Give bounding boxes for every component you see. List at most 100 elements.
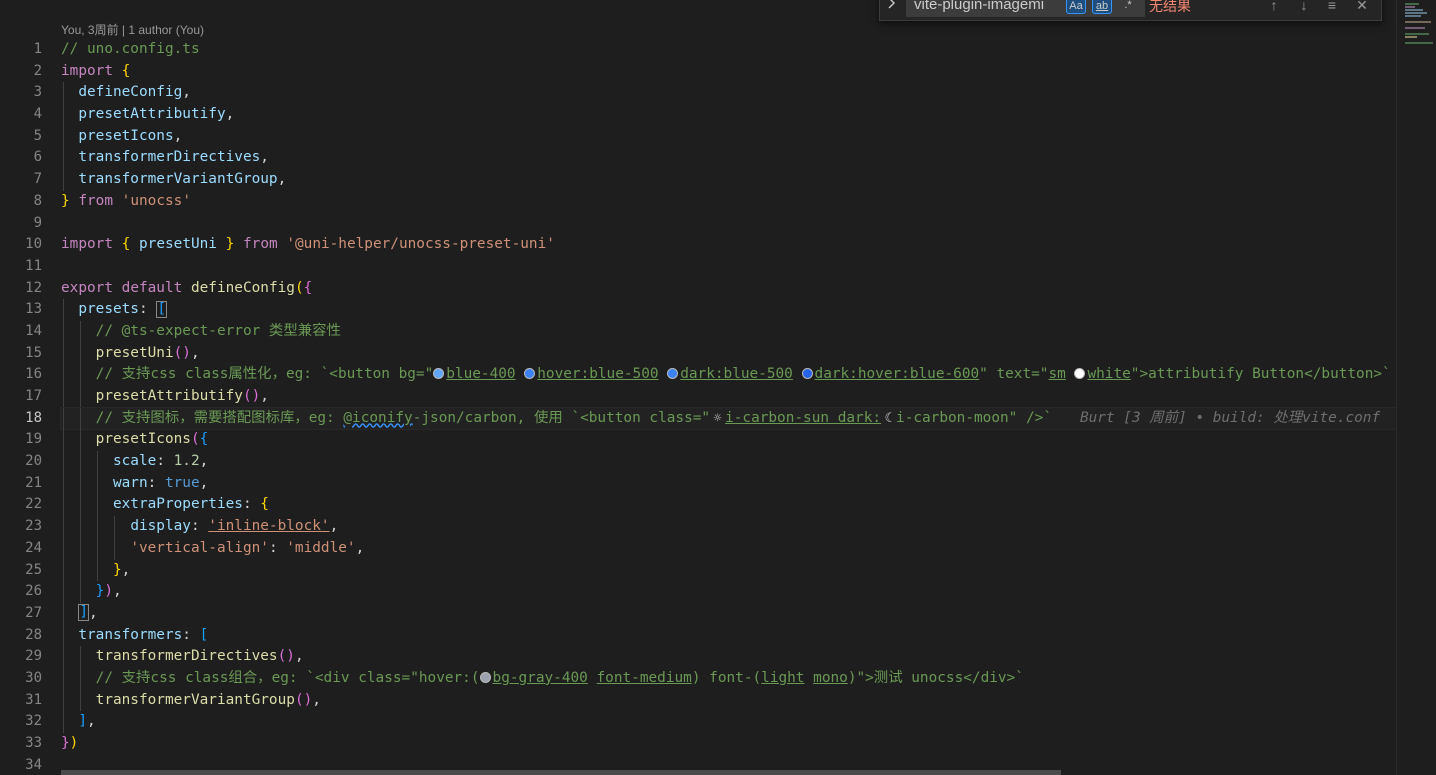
identifier: defineConfig [78,84,183,101]
code-line-16[interactable]: // 支持css class属性化，eg: `<button bg=" blue-… [61,364,1396,386]
code-line-30[interactable]: // 支持css class组合，eg: `<div class="hover:… [61,667,1396,690]
line-number[interactable]: 25 [0,560,42,582]
line-number[interactable]: 9 [0,213,42,235]
code-line-33[interactable]: }) [61,733,1396,755]
line-number[interactable]: 20 [0,451,42,473]
comment: white [1087,366,1131,383]
code-line-5[interactable]: presetIcons, [61,125,1396,148]
code-line-8[interactable]: } from 'unocss' [61,191,1396,213]
code-line-9[interactable] [61,213,1396,235]
code-line-19[interactable]: presetIcons({ [61,429,1396,452]
line-number[interactable]: 12 [0,278,42,300]
find-widget[interactable]: vite-plugin-imagemi Aa ab .* 无结果 ↑ ↓ ≡ ✕ [879,0,1382,21]
line-number[interactable]: 34 [0,755,42,775]
comment: sm [1048,366,1066,383]
close-icon[interactable]: ✕ [1352,0,1372,15]
color-swatch[interactable] [433,368,445,380]
property: warn [112,474,148,491]
comment: // 支持css class属性化，eg: `<button bg=" [95,366,434,383]
code-line-3[interactable]: defineConfig, [61,82,1396,105]
line-number[interactable]: 23 [0,516,42,538]
code-line-20[interactable]: scale: 1.2, [61,451,1396,473]
identifier: transformerDirectives [78,149,261,166]
use-regex-toggle[interactable]: .* [1118,0,1138,14]
code-editor[interactable]: You, 3周前 | 1 author (You) 1 2 3 4 5 6 7 8 9 10 11 1… [0,0,1396,775]
arrow-down-icon[interactable]: ↓ [1294,0,1314,15]
color-swatch[interactable] [1074,368,1086,380]
line-number[interactable]: 7 [0,169,42,191]
color-swatch[interactable] [801,368,813,380]
code-line-6[interactable]: transformerDirectives, [61,147,1396,170]
minimap[interactable] [1396,0,1436,775]
code-line-15[interactable]: presetUni(), [61,342,1396,365]
line-number[interactable]: 4 [0,104,42,126]
code-area[interactable]: // uno.config.ts import { defineConfig, … [60,39,1396,775]
horizontal-scrollbar[interactable] [61,770,1061,775]
code-line-32[interactable]: ], [61,711,1396,733]
comment: // 支持css class组合，eg: `<div class="hover: [95,669,471,686]
code-line-26[interactable]: }), [61,581,1396,603]
code-line-12[interactable]: export default defineConfig({ [61,278,1396,300]
line-number[interactable]: 21 [0,473,42,495]
code-line-22[interactable]: extraProperties: { [61,494,1396,517]
line-number[interactable]: 33 [0,733,42,755]
line-number[interactable]: 2 [0,61,42,83]
line-number[interactable]: 16 [0,364,42,386]
function-name: transformerVariantGroup [95,691,295,708]
code-line-7[interactable]: transformerVariantGroup, [61,169,1396,191]
line-number[interactable]: 17 [0,386,42,408]
line-number[interactable]: 22 [0,494,42,516]
code-line-4[interactable]: presetAttributify, [61,104,1396,126]
color-swatch[interactable] [479,671,491,683]
code-line-27[interactable]: ], [61,602,1396,625]
line-number[interactable]: 27 [0,603,42,625]
line-number[interactable]: 24 [0,538,42,560]
line-number[interactable]: 8 [0,191,42,213]
code-line-2[interactable]: import { [61,61,1396,83]
code-line-13[interactable]: presets: [ [61,299,1396,321]
code-line-17[interactable]: presetAttributify(), [61,386,1396,408]
inline-git-blame: Burt [3 周前] • build: 处理vite.conf [1079,409,1381,426]
arrow-up-icon[interactable]: ↑ [1264,0,1284,15]
line-number[interactable]: 26 [0,581,42,603]
code-line-11[interactable] [61,256,1396,278]
color-swatch[interactable] [524,368,536,380]
line-number[interactable]: 13 [0,299,42,321]
code-line-23[interactable]: display: 'inline-block', [61,516,1396,538]
line-number[interactable]: 19 [0,429,42,451]
code-line-21[interactable]: warn: true, [61,472,1396,495]
color-swatch[interactable] [667,368,679,380]
comment: font-medium [596,669,692,686]
line-number[interactable]: 3 [0,82,42,104]
line-number[interactable]: 28 [0,625,42,647]
match-case-toggle[interactable]: Aa [1066,0,1086,14]
line-number[interactable]: 15 [0,343,42,365]
line-number[interactable]: 29 [0,646,42,668]
comment-link[interactable]: @iconify [343,410,412,426]
line-number[interactable]: 18 [0,408,42,430]
line-number[interactable]: 10 [0,234,42,256]
line-number[interactable]: 30 [0,668,42,690]
line-number[interactable]: 32 [0,711,42,733]
line-number[interactable]: 11 [0,256,42,278]
code-line-14[interactable]: // @ts-expect-error 类型兼容性 [61,320,1396,343]
code-line-28[interactable]: transformers: [ [61,624,1396,647]
chevron-right-icon[interactable] [886,0,902,16]
line-number[interactable]: 1 [0,39,42,61]
line-number[interactable]: 31 [0,690,42,712]
code-line-1[interactable]: // uno.config.ts [61,39,1396,61]
match-whole-word-toggle[interactable]: ab [1092,0,1112,14]
line-number[interactable]: 5 [0,126,42,148]
line-number[interactable]: 14 [0,321,42,343]
code-line-24[interactable]: 'vertical-align': 'middle', [61,537,1396,560]
keyword: from [78,192,113,209]
code-line-29[interactable]: transformerDirectives(), [61,646,1396,668]
code-line-10[interactable]: import { presetUni } from '@uni-helper/u… [61,234,1396,256]
find-in-selection-icon[interactable]: ≡ [1322,0,1342,15]
code-line-25[interactable]: }, [61,559,1396,582]
line-number[interactable]: 6 [0,147,42,169]
codelens-blame[interactable]: You, 3周前 | 1 author (You) [61,21,204,39]
property: presets [78,301,139,318]
code-line-31[interactable]: transformerVariantGroup(), [61,689,1396,712]
code-line-18[interactable]: // 支持图标，需要搭配图标库，eg: @iconify-json/carbon… [60,406,1396,431]
